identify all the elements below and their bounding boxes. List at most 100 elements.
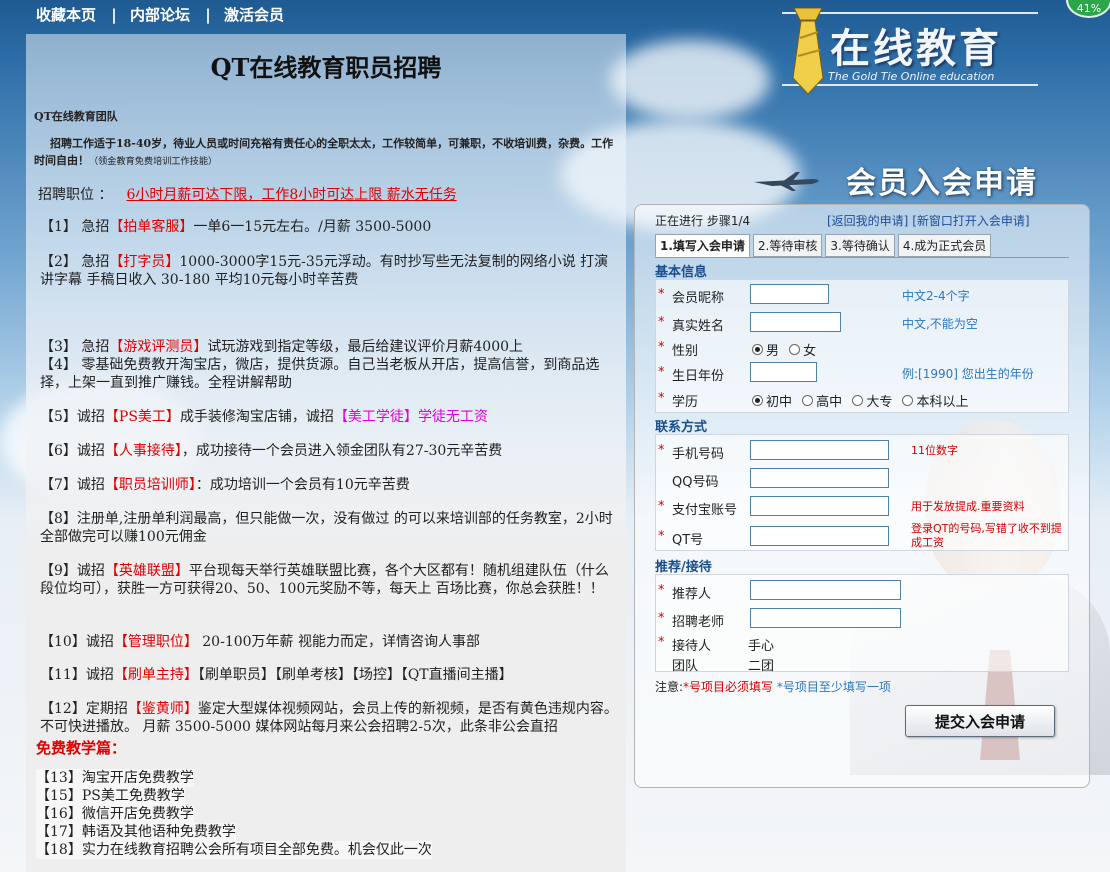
- qt-hint: 登录QT的号码,写错了收不到提成工资: [911, 522, 1062, 549]
- basic-info-group: * 会员昵称 中文2-4个字 * 真实姓名 中文,不能为空 * 性别 男 女 *…: [655, 279, 1069, 413]
- logo-name: 在线教育: [830, 26, 1002, 72]
- gender-options: 男 女: [752, 340, 822, 359]
- logo: 在线教育 The Gold Tie Online education: [782, 8, 1042, 95]
- job-prefix: 急招: [81, 219, 110, 235]
- intro-text: 招聘工作适于18-40岁，待业人员或时间充裕有责任心的全职太太，工作较简单，可兼…: [34, 135, 618, 170]
- required-star: *: [658, 340, 665, 355]
- gender-label: 性别: [672, 344, 699, 359]
- radio-unchecked-icon: [852, 395, 864, 406]
- realname-input[interactable]: [750, 312, 841, 332]
- nickname-hint: 中文2-4个字: [902, 289, 970, 303]
- tab-wait-confirm[interactable]: 3.等待确认: [825, 234, 895, 257]
- realname-label: 真实姓名: [672, 319, 725, 334]
- radio-label: 高中: [816, 395, 843, 410]
- job-tag: 【拍单客服】: [109, 219, 194, 235]
- team-name: QT在线教育团队: [34, 110, 118, 123]
- phone-input[interactable]: [750, 440, 889, 460]
- edu-junior-radio[interactable]: 初中: [752, 391, 792, 410]
- required-star: *: [658, 365, 665, 380]
- referrer-input[interactable]: [750, 580, 901, 600]
- birth-label: 生日年份: [672, 369, 725, 384]
- job-number: 【1】: [40, 219, 77, 235]
- job-text: 【刷单职员】【刷单考核】【场控】【QT直播间主播】: [197, 667, 513, 683]
- job-tag: 【人事接待】: [104, 443, 182, 459]
- job-prefix: 诚招: [76, 443, 105, 459]
- job-prefix: 诚招: [85, 667, 114, 683]
- radio-label: 男: [766, 344, 780, 359]
- radio-unchecked-icon: [802, 395, 814, 406]
- qt-label: QT号: [672, 533, 704, 548]
- alipay-input[interactable]: [750, 496, 889, 516]
- job-number: 【4】: [40, 357, 77, 373]
- birth-hint: 例:[1990] 您出生的年份: [902, 367, 1034, 381]
- teacher-input[interactable]: [750, 608, 901, 628]
- job-tag: 【PS美工】: [104, 409, 180, 425]
- job-prefix: 急招: [81, 339, 110, 355]
- job-tag: 【英雄联盟】: [104, 563, 189, 579]
- job-item: 【8】注册单,注册单利润最高，但只能做一次，没有做过 的可以来培训部的任务教室，…: [40, 510, 620, 546]
- nickname-input[interactable]: [750, 284, 829, 304]
- job-number: 【5】: [40, 409, 77, 425]
- gender-female-radio[interactable]: 女: [789, 340, 816, 359]
- job-item: 【6】诚招【人事接待】，成功接待一个会员进入领金团队有27-30元辛苦费: [40, 442, 620, 460]
- radio-label: 女: [803, 344, 817, 359]
- edu-college-radio[interactable]: 大专: [852, 391, 892, 410]
- position-link[interactable]: 6小时月薪可达下限，工作8小时可达上限 薪水无任务: [126, 187, 456, 203]
- back-to-application-link[interactable]: [返回我的申请]: [827, 214, 908, 228]
- position-label: 招聘职位 ：: [38, 187, 113, 203]
- qt-row: * QT号 登录QT的号码,写错了收不到提成工资: [656, 522, 1068, 549]
- job-item: 【11】诚招【刷单主持】【刷单职员】【刷单考核】【场控】【QT直播间主播】: [40, 666, 620, 684]
- required-star: *: [658, 443, 665, 458]
- job-text: 一单6一15元左右。/月薪 3500-5000: [193, 219, 432, 235]
- nav-bookmark-link[interactable]: 收藏本页: [36, 6, 96, 24]
- realname-hint: 中文,不能为空: [902, 317, 978, 331]
- job-prefix: 诚招: [76, 477, 105, 493]
- job-item: 【3】 急招【游戏评测员】试玩游戏到指定等级，最后给建议评价月薪4000上: [40, 338, 620, 356]
- free-item: 【16】微信开店免费教学: [36, 805, 194, 823]
- required-star: *: [658, 391, 665, 406]
- job-tag: 【职员培训师】: [104, 477, 196, 493]
- nav-forum-link[interactable]: 内部论坛: [130, 6, 190, 24]
- required-star: *: [658, 611, 665, 626]
- gender-male-radio[interactable]: 男: [752, 340, 779, 359]
- job-number: 【8】: [40, 511, 77, 527]
- phone-row: * 手机号码 11位数字: [656, 438, 1068, 463]
- job-text-secondary: 学徒无工资: [417, 409, 488, 425]
- radio-unchecked-icon: [902, 395, 914, 406]
- tab-become-member[interactable]: 4.成为正式会员: [897, 234, 992, 257]
- airplane-icon: [754, 172, 819, 191]
- free-teaching-title: 免费教学篇：: [36, 739, 127, 757]
- nav-activate-link[interactable]: 激活会员: [224, 6, 284, 24]
- job-tag: 【打字员】: [109, 254, 180, 270]
- edu-senior-radio[interactable]: 高中: [802, 391, 842, 410]
- nickname-label: 会员昵称: [672, 291, 725, 306]
- job-text: ：成功培训一个会员有10元辛苦费: [195, 477, 410, 493]
- team-row: 团队 二团: [656, 650, 1068, 675]
- edu-bachelor-radio[interactable]: 本科以上: [902, 391, 968, 410]
- open-new-window-link[interactable]: [新窗口打开入会申请]: [912, 214, 1029, 228]
- nickname-row: * 会员昵称 中文2-4个字: [656, 282, 1068, 307]
- radio-unchecked-icon: [789, 344, 801, 355]
- job-item: 【12】定期招【鉴黄师】鉴定大型媒体视频网站，会员上传的新视频，是否有黄色违规内…: [40, 700, 620, 736]
- phone-label: 手机号码: [672, 447, 725, 462]
- alipay-hint: 用于发放提成.重要资料: [911, 500, 1025, 513]
- free-item: 【15】PS美工免费教学: [36, 787, 185, 805]
- free-teaching-list: 【13】淘宝开店免费教学 【15】PS美工免费教学 【16】微信开店免费教学 【…: [36, 769, 432, 859]
- qq-label: QQ号码: [672, 475, 719, 490]
- birth-year-input[interactable]: [750, 362, 817, 382]
- teacher-label: 招聘老师: [672, 615, 725, 630]
- radio-checked-icon: [752, 344, 763, 355]
- tab-wait-review[interactable]: 2.等待审核: [752, 234, 823, 257]
- qq-input[interactable]: [750, 468, 889, 488]
- qt-input[interactable]: [750, 526, 889, 546]
- free-item: 【17】韩语及其他语种免费教学: [36, 823, 236, 841]
- job-prefix: 诚招: [85, 634, 114, 650]
- alipay-row: * 支付宝账号 用于发放提成.重要资料: [656, 494, 1068, 519]
- tab-fill-application[interactable]: 1.填写入会申请: [655, 234, 750, 258]
- radio-label: 大专: [866, 395, 893, 410]
- position-line: 招聘职位 ： 6小时月薪可达下限，工作8小时可达上限 薪水无任务: [38, 184, 457, 204]
- phone-hint: 11位数字: [911, 444, 958, 457]
- job-prefix: 诚招: [76, 563, 105, 579]
- submit-application-button[interactable]: 提交入会申请: [905, 705, 1055, 737]
- intro-tail: （领金教育免费培训工作技能）: [89, 156, 218, 167]
